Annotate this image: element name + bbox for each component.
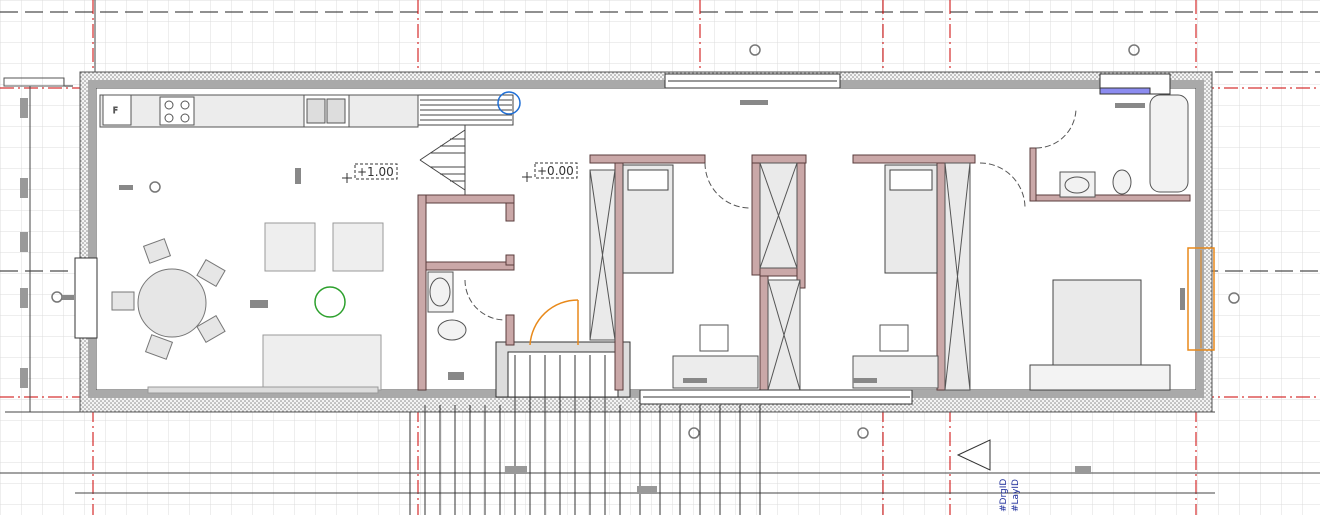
drawing-id-tag: #DrgID	[999, 479, 1009, 512]
layout-id-tag: #LayID	[1011, 479, 1021, 512]
level-label-lower: +0.00	[537, 164, 574, 178]
drawing-id-label: #DrgID	[999, 479, 1009, 512]
floor-plan-canvas[interactable]: F +1.00 +0.00 #DrgID #LayID	[0, 0, 1320, 515]
fridge-label: F	[113, 106, 118, 115]
kitchen-counter: F	[99, 94, 419, 128]
level-label-upper: +1.00	[357, 165, 394, 179]
layout-id-label: #LayID	[1011, 479, 1021, 512]
